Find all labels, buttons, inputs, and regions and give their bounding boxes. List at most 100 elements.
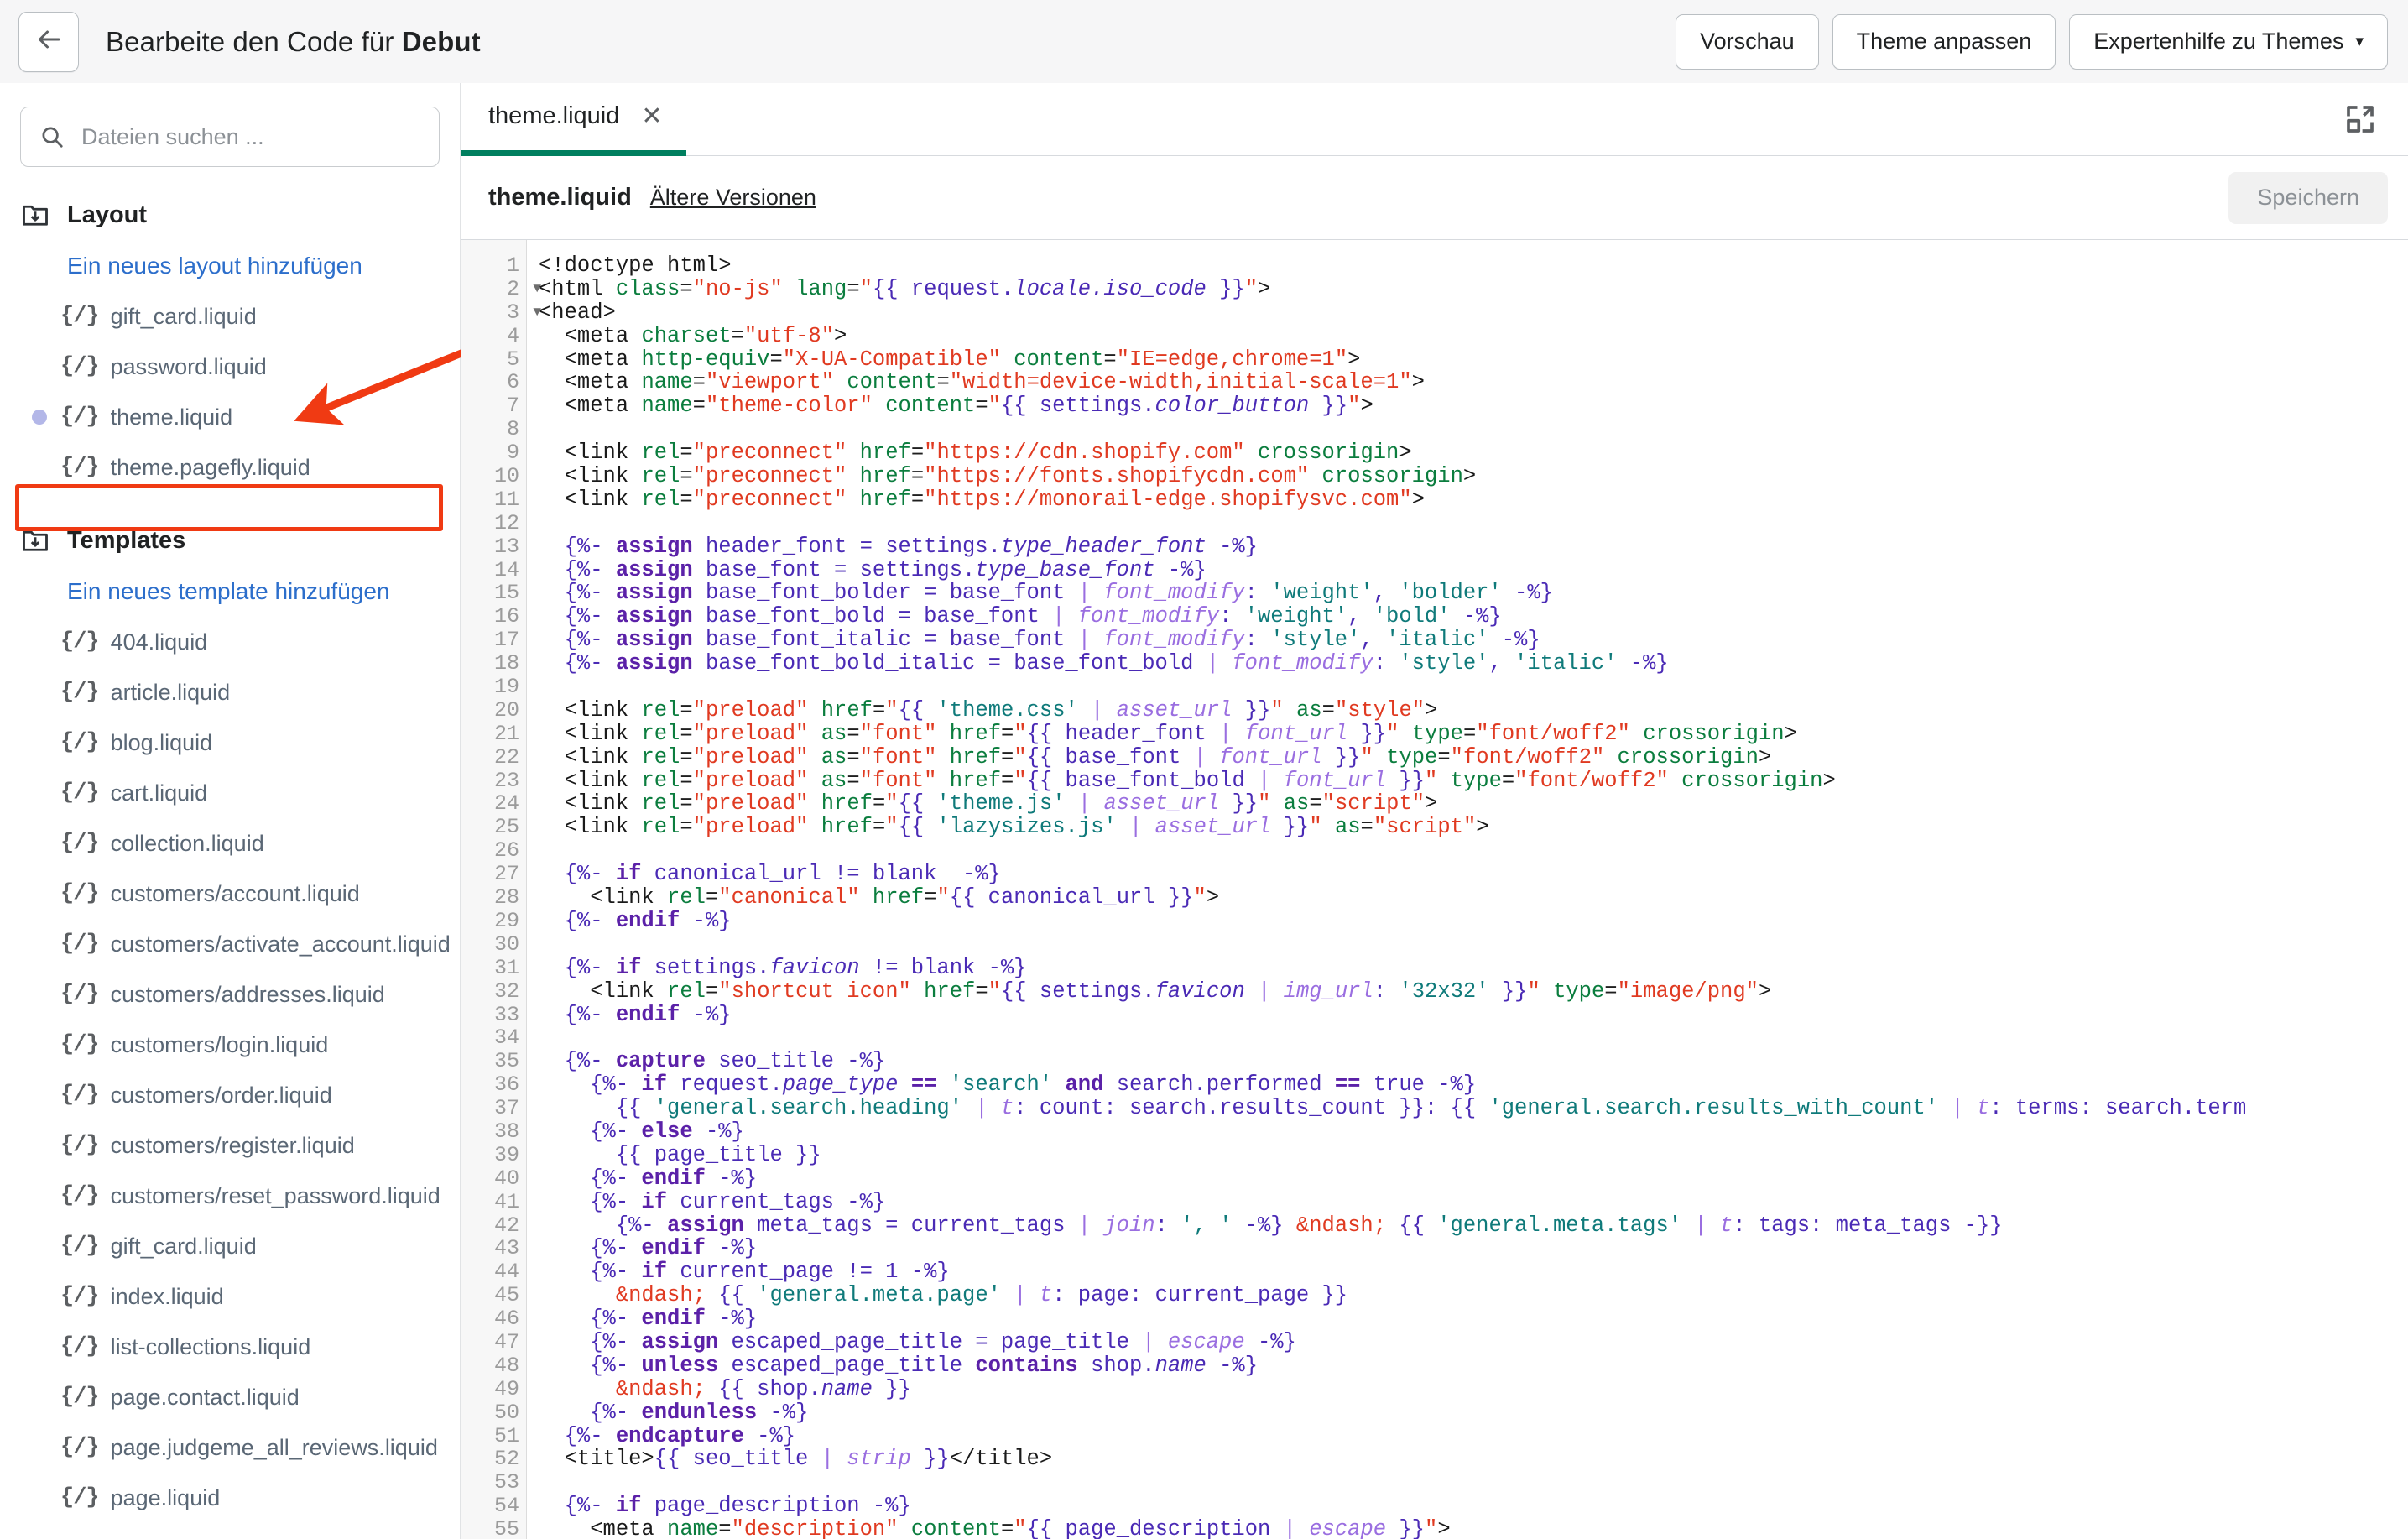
liquid-file-icon: {/} <box>60 455 100 480</box>
sidebar-file-item[interactable]: {/} customers/register.liquid <box>0 1120 460 1171</box>
add-file-link[interactable]: Ein neues template hinzufügen <box>0 566 460 617</box>
code-token: = <box>1462 721 1477 746</box>
code-token: : <box>1154 1213 1181 1238</box>
code-token: " <box>885 791 899 816</box>
sidebar-file-item[interactable]: {/} page.judgeme_all_reviews.liquid <box>0 1422 460 1473</box>
close-icon[interactable]: ✕ <box>641 103 662 129</box>
search-input[interactable] <box>80 123 399 151</box>
code-token: = <box>680 441 693 466</box>
sidebar-file-item[interactable]: {/} customers/order.liquid <box>0 1070 460 1120</box>
line-number: 40 <box>493 1166 519 1191</box>
sidebar-file-item[interactable]: {/} page.contact.liquid <box>0 1372 460 1422</box>
code-line: {%- endif -%} <box>539 1307 2408 1331</box>
theme-expert-help-button[interactable]: Expertenhilfe zu Themes ▾ <box>2069 13 2388 70</box>
customize-theme-button[interactable]: Theme anpassen <box>1832 13 2056 70</box>
code-token: > <box>1425 697 1438 723</box>
code-token: = <box>1501 768 1515 793</box>
sidebar-file-item[interactable]: {/} customers/activate_account.liquid <box>0 919 460 969</box>
liquid-file-icon: {/} <box>60 404 100 430</box>
code-token: {%- <box>539 1002 616 1027</box>
sidebar-file-item[interactable]: {/} index.liquid <box>0 1271 460 1322</box>
code-token: }} <box>1206 276 1245 301</box>
code-token: = <box>692 370 706 395</box>
customize-theme-button-label: Theme anpassen <box>1856 29 2032 54</box>
sidebar-file-item[interactable]: {/} article.liquid <box>0 667 460 717</box>
code-token: {{ <box>705 1283 758 1308</box>
code-token: > <box>1462 464 1477 489</box>
sidebar-file-item[interactable]: {/} customers/login.liquid <box>0 1020 460 1070</box>
expand-icon[interactable] <box>2343 102 2378 137</box>
line-number: 22 <box>493 744 519 770</box>
line-number: 4 <box>506 323 519 348</box>
add-file-link[interactable]: Ein neues layout hinzufügen <box>0 241 460 291</box>
sidebar-file-item[interactable]: {/} theme.pagefly.liquid <box>0 442 460 493</box>
code-token: asset_url <box>1116 697 1233 723</box>
code-token: <link <box>590 885 668 910</box>
code-token: > <box>1425 791 1438 816</box>
code-token: "style" <box>1334 697 1426 723</box>
code-token: -%} <box>1617 651 1669 676</box>
sidebar-file-item[interactable]: {/} list-collections.liquid <box>0 1322 460 1372</box>
code-area[interactable]: 1 2 ▼ 3 ▼ 4 5 6 7 8 9 10 11 12 13 14 15 16 17 18 19 20 21 22 23 2… <box>461 240 2408 1539</box>
folder-download-icon <box>20 200 50 230</box>
code-token: = <box>872 791 886 816</box>
code-token: href <box>949 744 1001 770</box>
sidebar-file-item[interactable]: {/} 404.liquid <box>0 617 460 667</box>
preview-button[interactable]: Vorschau <box>1676 13 1819 70</box>
line-number: 18 <box>493 651 519 676</box>
line-number-gutter: 1 2 ▼ 3 ▼ 4 5 6 7 8 9 10 11 12 13 14 15 16 17 18 19 20 21 22 23 2… <box>461 240 541 1539</box>
code-token: "preload" <box>692 721 809 746</box>
save-button[interactable]: Speichern <box>2228 171 2388 224</box>
back-button[interactable] <box>18 11 79 72</box>
code-token: type_header_font <box>1000 534 1207 559</box>
code-token: 'italic' <box>1386 628 1489 653</box>
code-content[interactable]: <!doctype html> <html class="no-js" lang=… <box>527 240 2408 1539</box>
older-versions-link[interactable]: Ältere Versionen <box>650 185 816 211</box>
sidebar-file-label: customers/account.liquid <box>110 880 360 906</box>
sidebar-file-label: customers/login.liquid <box>110 1031 329 1057</box>
code-token: crossorigin <box>1643 721 1785 746</box>
sidebar-file-item[interactable]: {/} gift_card.liquid <box>0 1221 460 1271</box>
sidebar-file-item[interactable]: {/} password.liquid <box>0 342 460 392</box>
sidebar-file-item[interactable]: {/} customers/account.liquid <box>0 869 460 919</box>
code-token: = <box>1000 1517 1014 1539</box>
line-number: 12 <box>493 510 519 535</box>
sidebar-file-item[interactable]: {/} theme.liquid <box>0 392 460 442</box>
code-token: | <box>1091 697 1117 723</box>
code-token: "font/woff2" <box>1476 721 1630 746</box>
tab-theme-liquid[interactable]: theme.liquid ✕ <box>461 83 686 156</box>
sidebar-file-item[interactable]: {/} customers/addresses.liquid <box>0 969 460 1020</box>
sidebar-file-item[interactable]: {/} customers/reset_password.liquid <box>0 1171 460 1221</box>
sidebar-file-item[interactable]: {/} cart.liquid <box>0 768 460 818</box>
sidebar-file-item[interactable]: {/} page.liquid <box>0 1473 460 1523</box>
line-number: 15 <box>493 581 519 606</box>
sidebar-file-item[interactable]: {/} gift_card.liquid <box>0 291 460 342</box>
sidebar-groups: Layout Ein neues layout hinzufügen {/} gift… <box>0 189 460 1523</box>
code-token: favicon <box>1154 978 1245 1004</box>
code-token: base_font = settings. <box>692 557 976 582</box>
line-number: 49 <box>493 1376 519 1401</box>
code-token: }} <box>1219 791 1259 816</box>
search-box[interactable] <box>20 107 440 167</box>
code-line: <link rel="preload" href="{{ 'theme.js' … <box>539 792 2408 816</box>
code-token: != blank -%} <box>859 955 1027 980</box>
code-token: assign <box>615 651 693 676</box>
code-token: as <box>1334 815 1361 840</box>
code-token: = <box>769 347 783 372</box>
sidebar-file-item[interactable]: {/} blog.liquid <box>0 717 460 768</box>
code-token: assign <box>615 581 693 606</box>
sidebar-file-label: customers/addresses.liquid <box>110 981 385 1007</box>
code-token: }} <box>1386 1517 1425 1539</box>
line-number: 24 <box>493 791 519 816</box>
sidebar-file-label: gift_card.liquid <box>110 303 257 329</box>
file-sidebar: Layout Ein neues layout hinzufügen {/} gift… <box>0 83 461 1539</box>
liquid-file-icon: {/} <box>60 780 100 806</box>
sidebar-file-item[interactable]: {/} collection.liquid <box>0 818 460 869</box>
